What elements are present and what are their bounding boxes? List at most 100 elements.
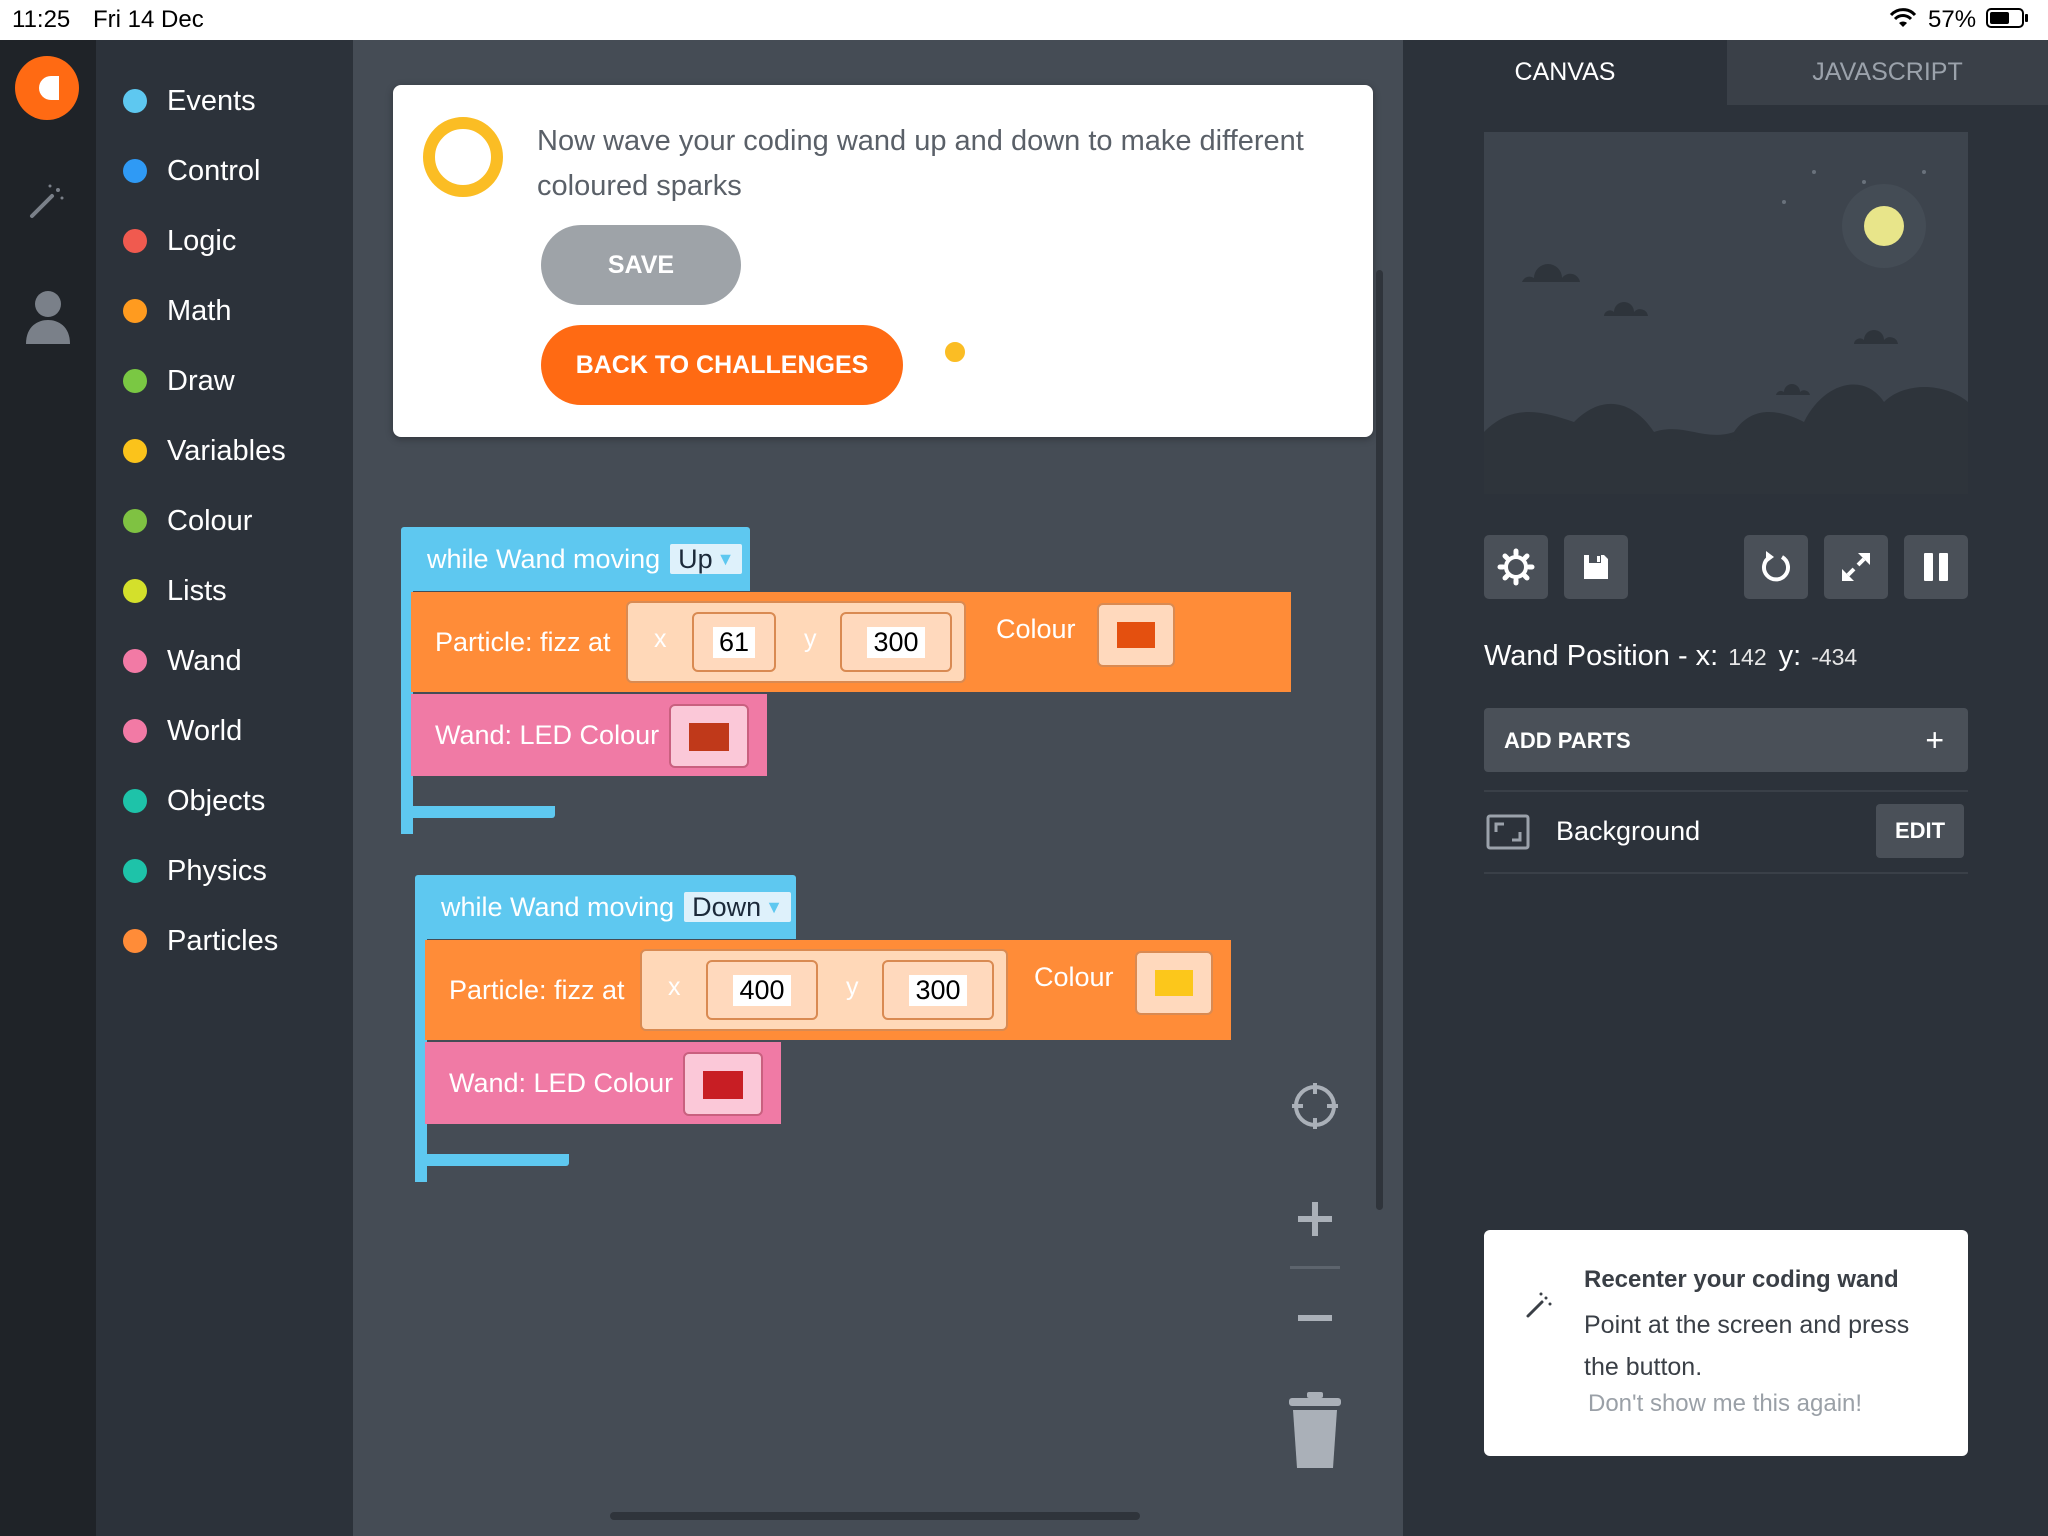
particle-colour-picker[interactable]	[1135, 951, 1213, 1015]
led-colour-picker[interactable]	[683, 1052, 763, 1116]
category-logic[interactable]: Logic	[96, 215, 353, 267]
zoom-in-icon[interactable]	[1296, 1200, 1334, 1238]
wand-icon[interactable]	[28, 180, 68, 220]
particle-colour-picker[interactable]	[1097, 603, 1175, 667]
colour-label: Colour	[996, 614, 1076, 644]
wand-y-label: y:	[1778, 640, 1802, 672]
restart-icon	[1762, 551, 1790, 582]
gear-icon	[1497, 548, 1535, 586]
challenge-card: Now wave your coding wand up and down to…	[393, 85, 1373, 437]
wand-x-value: 142	[1728, 644, 1767, 670]
floppy-disk-icon	[1584, 555, 1608, 579]
settings-button[interactable]	[1484, 535, 1548, 599]
led-colour-swatch	[703, 1071, 743, 1099]
category-dot	[123, 789, 147, 813]
canvas-preview[interactable]	[1484, 132, 1968, 494]
category-dot	[123, 369, 147, 393]
led-label: Wand: LED Colour	[449, 1067, 674, 1098]
left-rail	[0, 40, 96, 1536]
x-label: x	[668, 973, 681, 1001]
recenter-body: Point at the screen and press the button…	[1584, 1311, 1910, 1381]
category-dot	[123, 299, 147, 323]
challenge-message: Now wave your coding wand up and down to…	[537, 125, 1304, 202]
event-block-while-wand-moving[interactable]: while Wand moving Up ▼	[401, 527, 750, 591]
category-dot	[123, 439, 147, 463]
edit-background-button[interactable]: EDIT	[1876, 804, 1964, 858]
zoom-divider	[1290, 1266, 1340, 1269]
back-to-challenges-button[interactable]: BACK TO CHALLENGES	[541, 325, 903, 405]
category-dot	[123, 719, 147, 743]
category-math[interactable]: Math	[96, 285, 353, 337]
particle-colour-swatch	[1155, 970, 1193, 996]
wand-icon	[1526, 1292, 1552, 1318]
panel-tabs: CANVAS JAVASCRIPT	[1403, 40, 2048, 105]
category-objects[interactable]: Objects	[96, 775, 353, 827]
category-dot	[123, 859, 147, 883]
category-dot	[123, 159, 147, 183]
trash-icon[interactable]	[1285, 1390, 1345, 1470]
right-panel: CANVAS JAVASCRIPT Wand Position - x: 142…	[1403, 40, 2048, 1536]
led-colour-picker[interactable]	[669, 704, 749, 768]
event-block-while-wand-moving[interactable]: while Wand moving Down ▼	[415, 875, 796, 939]
category-events[interactable]: Events	[96, 75, 353, 127]
night-scene-illustration	[1484, 132, 1968, 494]
colour-label: Colour	[1034, 962, 1114, 992]
category-lists[interactable]: Lists	[96, 565, 353, 617]
horizontal-scrollbar[interactable]	[610, 1512, 1140, 1520]
y-input[interactable]: 300	[882, 960, 994, 1020]
category-world[interactable]: World	[96, 705, 353, 757]
y-label: y	[804, 625, 817, 653]
category-dot	[123, 89, 147, 113]
hint-dot-icon	[941, 338, 969, 366]
plus-icon: +	[1925, 722, 1944, 758]
add-parts-button[interactable]: ADD PARTS +	[1484, 708, 1968, 772]
zoom-out-icon[interactable]	[1296, 1312, 1334, 1324]
category-draw[interactable]: Draw	[96, 355, 353, 407]
particle-colour-swatch	[1117, 622, 1155, 648]
led-colour-swatch	[689, 723, 729, 751]
event-label: while Wand moving	[427, 543, 661, 574]
category-particles[interactable]: Particles	[96, 915, 353, 967]
category-dot	[123, 229, 147, 253]
recenter-workspace-icon[interactable]	[1291, 1082, 1339, 1130]
status-date: Fri 14 Dec	[93, 6, 204, 33]
category-dot	[123, 649, 147, 673]
category-physics[interactable]: Physics	[96, 845, 353, 897]
wifi-icon	[1889, 8, 1917, 27]
direction-dropdown[interactable]: Down ▼	[684, 892, 791, 922]
category-dot	[123, 579, 147, 603]
coordinate-group: x 400 y 300	[640, 949, 1008, 1031]
pause-icon	[1924, 553, 1948, 581]
tab-canvas[interactable]: CANVAS	[1403, 40, 1727, 105]
home-logo-button[interactable]	[15, 56, 79, 120]
recenter-wand-card: Recenter your coding wand Point at the s…	[1484, 1230, 1968, 1456]
tab-javascript[interactable]: JAVASCRIPT	[1727, 40, 2048, 105]
particle-label: Particle: fizz at	[435, 626, 611, 657]
user-icon[interactable]	[24, 288, 72, 344]
category-dot	[123, 929, 147, 953]
x-input[interactable]: 400	[706, 960, 818, 1020]
direction-dropdown[interactable]: Up ▼	[670, 544, 743, 574]
y-input[interactable]: 300	[840, 612, 952, 672]
category-wand[interactable]: Wand	[96, 635, 353, 687]
dont-show-again-link[interactable]: Don't show me this again!	[1588, 1390, 1862, 1418]
wand-position-readout: Wand Position - x: 142 y: -434	[1484, 640, 1869, 673]
category-list: Events Control Logic Math Draw Variables…	[96, 40, 353, 1536]
challenge-status-ring-icon	[423, 117, 503, 197]
restart-button[interactable]	[1744, 535, 1808, 599]
expand-icon	[1842, 553, 1870, 581]
save-canvas-button[interactable]	[1564, 535, 1628, 599]
vertical-scrollbar[interactable]	[1376, 270, 1383, 1210]
pause-button[interactable]	[1904, 535, 1968, 599]
chevron-down-icon: ▼	[765, 896, 783, 917]
battery-icon	[1986, 8, 2024, 28]
category-variables[interactable]: Variables	[96, 425, 353, 477]
x-input[interactable]: 61	[692, 612, 776, 672]
coordinate-group: x 61 y 300	[626, 601, 966, 683]
code-workspace[interactable]: Now wave your coding wand up and down to…	[353, 40, 1403, 1536]
save-button[interactable]: SAVE	[541, 225, 741, 305]
status-time: 11:25	[12, 6, 71, 33]
fullscreen-button[interactable]	[1824, 535, 1888, 599]
category-control[interactable]: Control	[96, 145, 353, 197]
category-colour[interactable]: Colour	[96, 495, 353, 547]
